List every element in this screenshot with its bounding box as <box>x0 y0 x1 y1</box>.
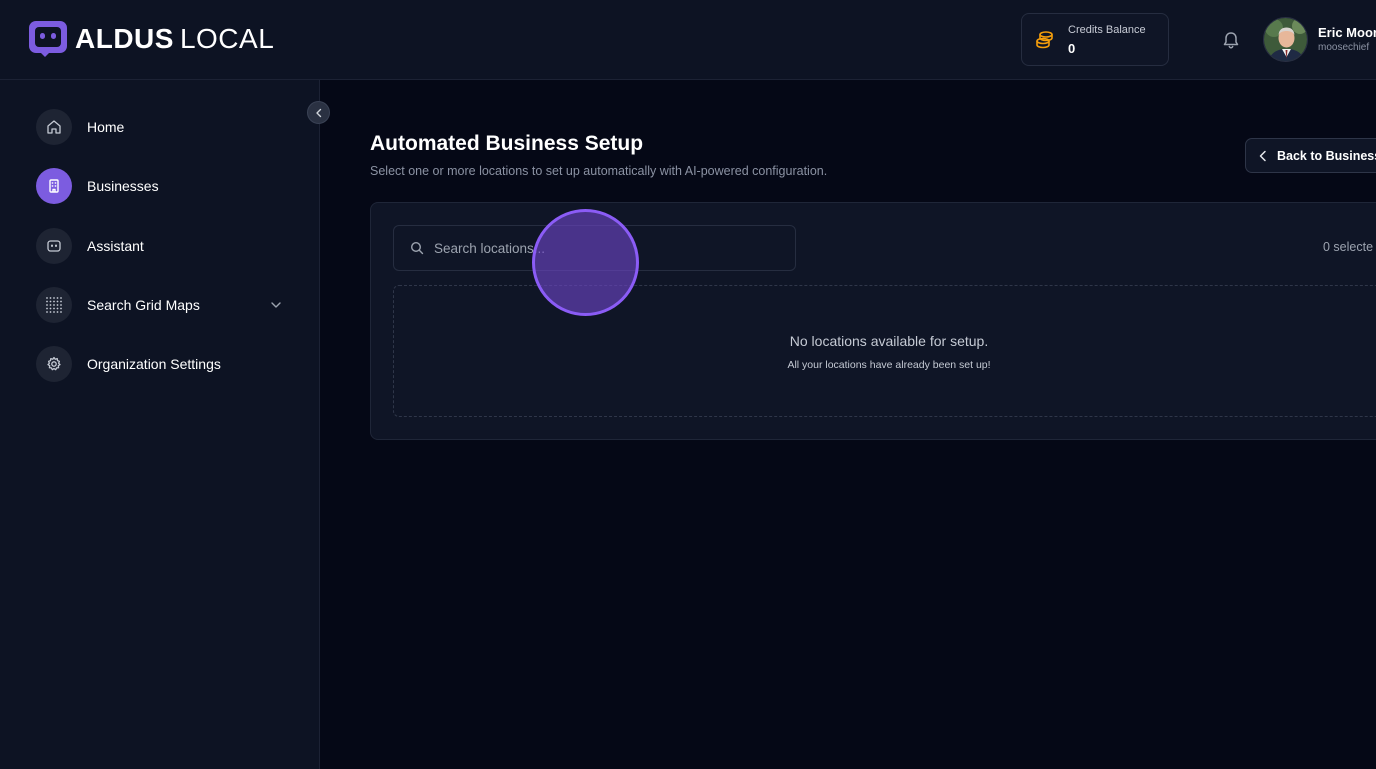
sidebar-item-organization-settings[interactable]: Organization Settings <box>36 346 296 382</box>
logo-wordmark: ALDUS LOCAL <box>75 21 274 57</box>
credits-value: 0 <box>1068 41 1076 56</box>
page-subtitle: Select one or more locations to set up a… <box>370 164 828 178</box>
home-icon <box>36 109 72 145</box>
sidebar-item-assistant[interactable]: Assistant <box>36 228 296 264</box>
search-icon <box>410 241 424 255</box>
empty-state-title: No locations available for setup. <box>789 333 989 349</box>
sidebar-item-search-grid-maps[interactable]: Search Grid Maps <box>36 287 296 323</box>
chevron-left-icon <box>316 108 322 118</box>
empty-state-box <box>393 285 1376 417</box>
grid-icon <box>36 287 72 323</box>
page-title: Automated Business Setup <box>370 132 644 155</box>
sidebar-item-label: Search Grid Maps <box>87 297 200 313</box>
empty-state-subtitle: All your locations have already been set… <box>787 359 991 371</box>
gear-icon <box>36 346 72 382</box>
chevron-down-icon[interactable] <box>270 300 282 310</box>
bell-icon[interactable] <box>1221 30 1241 50</box>
top-header: ALDUS LOCAL Credits Balance 0 Eric Moor … <box>0 0 1376 80</box>
chevron-left-icon <box>1259 150 1266 161</box>
credits-label: Credits Balance <box>1068 24 1146 36</box>
logo-word-light: LOCAL <box>179 23 275 54</box>
sidebar-item-home[interactable]: Home <box>36 109 296 145</box>
coins-icon <box>1035 30 1055 50</box>
user-handle: moosechief <box>1318 42 1370 53</box>
robot-icon <box>36 228 72 264</box>
sidebar-item-label: Businesses <box>87 178 159 194</box>
avatar[interactable] <box>1263 17 1308 62</box>
selected-count: 0 selecte <box>1323 240 1374 254</box>
sidebar-item-businesses[interactable]: Businesses <box>36 168 296 204</box>
sidebar-item-label: Assistant <box>87 238 144 254</box>
app-logo[interactable]: ALDUS LOCAL <box>29 21 274 57</box>
sidebar-item-label: Home <box>87 119 125 135</box>
click-indicator <box>532 209 639 316</box>
back-button-label: Back to Business <box>1277 148 1376 163</box>
building-icon <box>36 168 72 204</box>
robot-face-logo-icon <box>29 21 67 57</box>
back-to-businesses-button[interactable]: Back to Business <box>1245 138 1376 173</box>
sidebar-item-label: Organization Settings <box>87 356 221 372</box>
sidebar-collapse-button[interactable] <box>307 101 330 124</box>
credits-balance-card[interactable]: Credits Balance 0 <box>1021 13 1169 66</box>
logo-word-bold: ALDUS <box>75 23 174 54</box>
user-name: Eric Moor <box>1318 25 1376 40</box>
